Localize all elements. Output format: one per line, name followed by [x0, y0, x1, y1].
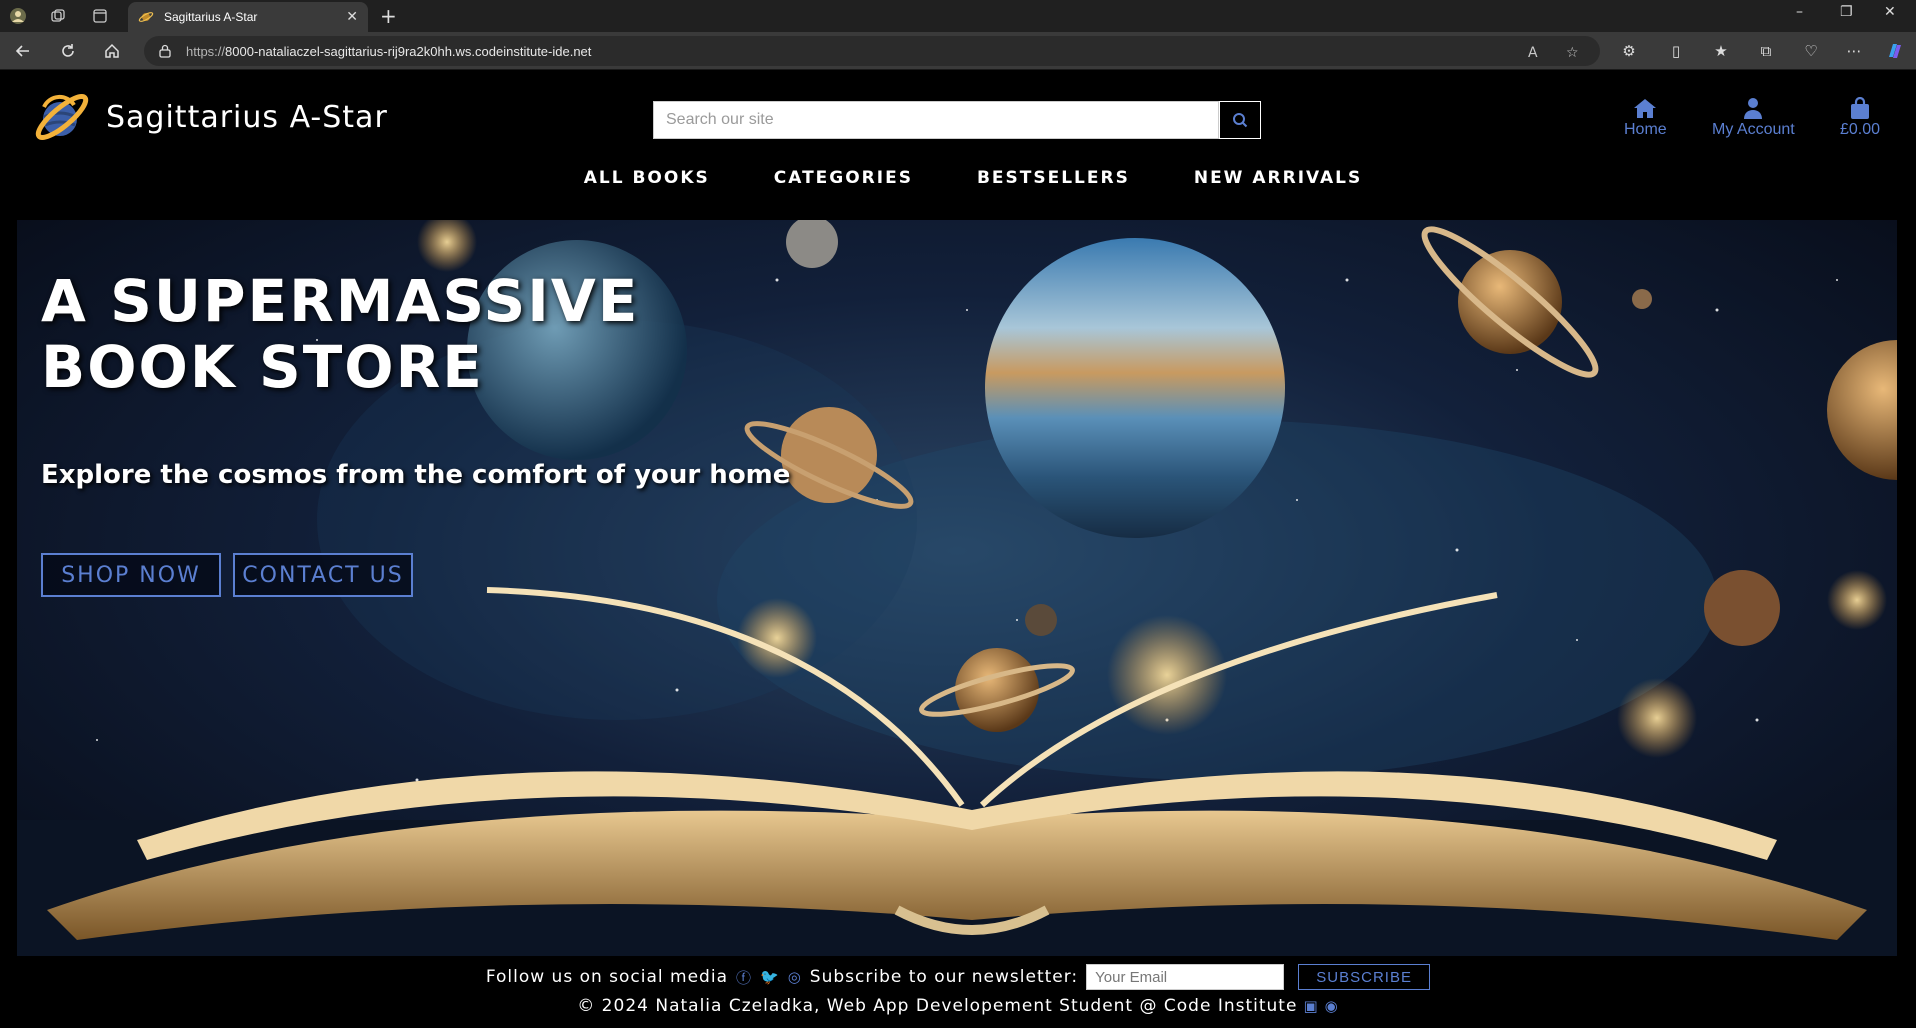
contact-us-button[interactable]: CONTACT US	[233, 553, 413, 597]
site-search	[653, 101, 1261, 139]
search-input[interactable]	[653, 101, 1219, 139]
favorites-icon[interactable]: ★	[1710, 40, 1732, 62]
saturn-favicon-icon	[138, 12, 154, 22]
my-account-label: My Account	[1712, 121, 1795, 138]
copilot-icon[interactable]	[1884, 40, 1906, 62]
search-button[interactable]	[1219, 101, 1261, 139]
newsletter-email-input[interactable]	[1086, 964, 1285, 990]
site-footer: Follow us on social media ⓕ 🐦 ◎ Subscrib…	[0, 956, 1916, 1028]
browser-tab-active[interactable]: Sagittarius A-Star ✕	[128, 2, 368, 32]
facebook-icon[interactable]: ⓕ	[736, 967, 752, 988]
profile-avatar-icon[interactable]	[8, 6, 28, 26]
footer-social-row: Follow us on social media ⓕ 🐦 ◎ Subscrib…	[0, 964, 1916, 990]
hero-banner: A SUPERMASSIVE BOOK STORE Explore the co…	[17, 220, 1897, 956]
restore-button[interactable]: ❐	[1840, 4, 1853, 20]
site-logo[interactable]: Sagittarius A-Star	[30, 87, 388, 147]
copyright-text: © 2024 Natalia Czeladka, Web App Develop…	[577, 996, 1298, 1016]
back-arrow-icon[interactable]	[12, 40, 34, 62]
browser-essentials-icon[interactable]: ♡	[1800, 40, 1822, 62]
home-icon	[1634, 99, 1657, 118]
my-account-link[interactable]: My Account	[1712, 97, 1795, 139]
bag-link[interactable]: £0.00	[1840, 97, 1880, 139]
url-text: https://8000-nataliaczel-sagittarius-rij…	[186, 44, 591, 59]
footer-copyright-row: © 2024 Natalia Czeladka, Web App Develop…	[0, 996, 1916, 1016]
instagram-icon[interactable]: ◎	[788, 968, 802, 986]
window-close-button[interactable]: ✕	[1884, 4, 1896, 20]
github-icon[interactable]: ◉	[1325, 997, 1339, 1015]
extensions-icon[interactable]: ⚙	[1618, 40, 1640, 62]
main-nav: ALL BOOKS CATEGORIES BESTSELLERS NEW ARR…	[0, 168, 1916, 208]
user-icon	[1744, 98, 1763, 119]
subscribe-text: Subscribe to our newsletter:	[809, 967, 1079, 987]
subscribe-button[interactable]: SUBSCRIBE	[1298, 964, 1431, 990]
read-aloud-icon[interactable]: A	[1528, 45, 1538, 61]
more-menu-icon[interactable]: ⋯	[1843, 40, 1865, 62]
home-label: Home	[1624, 121, 1667, 138]
refresh-icon[interactable]	[57, 40, 79, 62]
workspaces-icon[interactable]	[48, 6, 68, 26]
bag-total: £0.00	[1840, 121, 1881, 138]
new-tab-button[interactable]: +	[380, 4, 397, 28]
nav-bestsellers[interactable]: BESTSELLERS	[977, 168, 1130, 208]
address-bar[interactable]: https://8000-nataliaczel-sagittarius-rij…	[144, 36, 1600, 66]
tab-title: Sagittarius A-Star	[164, 10, 258, 24]
search-icon	[1233, 113, 1248, 128]
twitter-icon[interactable]: 🐦	[760, 968, 780, 986]
minimize-button[interactable]: –	[1796, 4, 1803, 20]
browser-tab-bar: Sagittarius A-Star ✕ + – ❐ ✕	[0, 0, 1916, 32]
browser-toolbar: https://8000-nataliaczel-sagittarius-rij…	[0, 32, 1916, 70]
shopping-bag-icon	[1851, 97, 1870, 119]
url-host: 8000-nataliaczel-sagittarius-rij9ra2k0hh…	[225, 43, 592, 59]
tab-actions-icon[interactable]	[90, 6, 110, 26]
nav-new-arrivals[interactable]: NEW ARRIVALS	[1194, 168, 1362, 208]
shop-now-button[interactable]: SHOP NOW	[41, 553, 221, 597]
linkedin-icon[interactable]: ▣	[1303, 997, 1318, 1015]
hero-subtitle: Explore the cosmos from the comfort of y…	[41, 460, 791, 490]
collections-icon[interactable]: ⧉	[1755, 40, 1777, 62]
follow-text: Follow us on social media	[485, 967, 728, 987]
split-screen-icon[interactable]: ▯	[1665, 40, 1687, 62]
nav-all-books[interactable]: ALL BOOKS	[584, 168, 710, 208]
home-browser-icon[interactable]	[101, 40, 123, 62]
hero-title: A SUPERMASSIVE BOOK STORE	[41, 267, 640, 401]
page: Sagittarius A-Star Home My Account £0.00…	[0, 71, 1916, 1028]
lock-icon[interactable]	[158, 44, 172, 58]
favorite-star-icon[interactable]: ☆	[1566, 45, 1579, 61]
saturn-logo-icon	[35, 94, 89, 140]
url-scheme: https://	[186, 43, 226, 59]
brand-name: Sagittarius A-Star	[106, 99, 388, 135]
tab-close-icon[interactable]: ✕	[346, 9, 358, 25]
nav-categories[interactable]: CATEGORIES	[774, 168, 913, 208]
home-link[interactable]: Home	[1624, 97, 1667, 139]
